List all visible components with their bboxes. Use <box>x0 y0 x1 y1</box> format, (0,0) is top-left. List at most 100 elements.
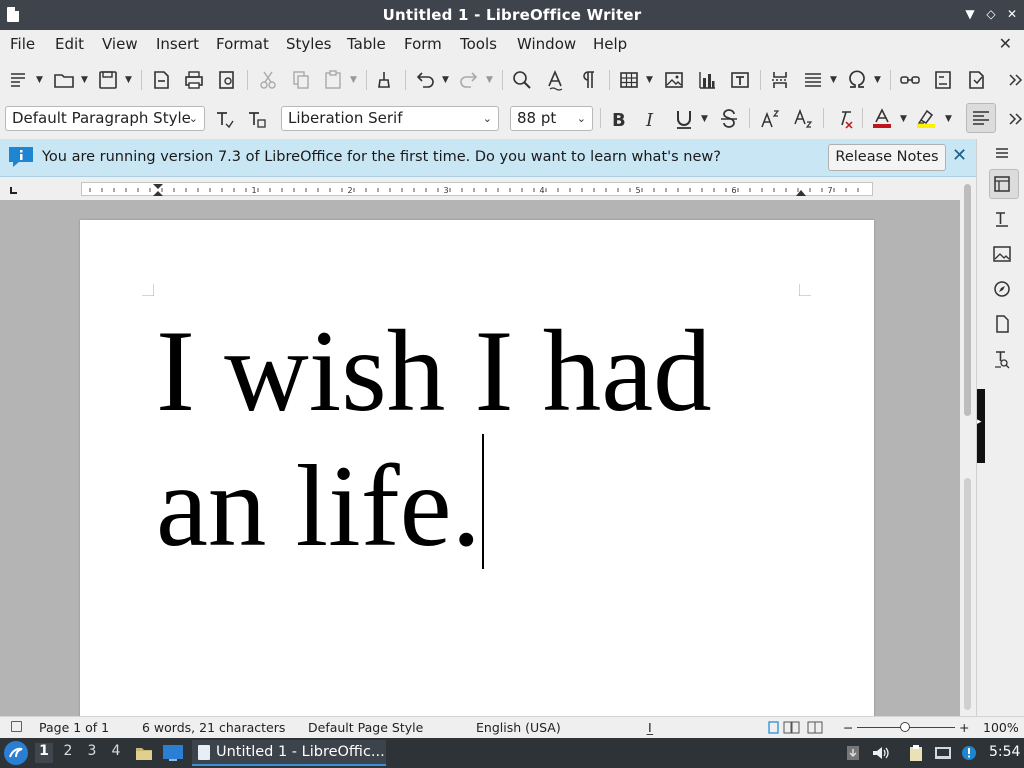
insert-chart-icon[interactable] <box>696 69 718 91</box>
menu-form[interactable]: Form <box>404 35 442 53</box>
track-changes-icon[interactable] <box>965 69 987 91</box>
copy-icon[interactable] <box>290 69 312 91</box>
menu-window[interactable]: Window <box>517 35 576 53</box>
zoom-slider-knob[interactable] <box>900 722 910 732</box>
font-color-dropdown-arrow[interactable]: ▼ <box>900 108 908 130</box>
minimize-button[interactable]: ▼ <box>962 6 978 22</box>
insert-text-box-icon[interactable] <box>729 69 751 91</box>
cut-icon[interactable] <box>257 69 279 91</box>
word-count[interactable]: 6 words, 21 characters <box>142 720 285 735</box>
insert-field-icon[interactable] <box>802 69 824 91</box>
font-name-box[interactable]: Liberation Serif ⌄ <box>281 106 499 131</box>
print-preview-icon[interactable] <box>216 69 238 91</box>
undo-dropdown-arrow[interactable]: ▼ <box>442 69 450 91</box>
document-body-text[interactable]: I wish I had an life. <box>156 304 816 574</box>
page-number[interactable]: Page 1 of 1 <box>39 720 109 735</box>
document-canvas[interactable]: I wish I had an life. <box>0 200 960 716</box>
superscript-icon[interactable] <box>759 108 781 130</box>
toolbar-overflow-icon[interactable] <box>1004 108 1023 130</box>
underline-dropdown-arrow[interactable]: ▼ <box>701 108 709 130</box>
horizontal-ruler[interactable]: 11234567 <box>10 182 873 196</box>
manage-changes-icon[interactable] <box>992 349 1012 369</box>
paste-dropdown-arrow[interactable]: ▼ <box>350 69 358 91</box>
volume-icon[interactable] <box>871 744 889 762</box>
bold-icon[interactable]: B <box>608 108 630 131</box>
insert-table-icon[interactable] <box>618 69 640 91</box>
navigator-icon[interactable] <box>992 279 1012 299</box>
taskbar-writer-window[interactable]: Untitled 1 - LibreOffic... <box>192 740 386 766</box>
zoom-in-button[interactable]: + <box>959 720 969 735</box>
workspace-4[interactable]: 4 <box>107 743 125 763</box>
menu-help[interactable]: Help <box>593 35 627 53</box>
underline-icon[interactable] <box>673 108 695 130</box>
clipboard-icon[interactable] <box>907 744 925 762</box>
special-character-icon[interactable] <box>846 69 868 91</box>
table-dropdown-arrow[interactable]: ▼ <box>646 69 654 91</box>
italic-icon[interactable]: I <box>641 108 663 131</box>
paste-icon[interactable] <box>322 69 344 91</box>
page-style[interactable]: Default Page Style <box>308 720 423 735</box>
highlight-dropdown-arrow[interactable]: ▼ <box>945 108 953 130</box>
insert-footnote-icon[interactable] <box>932 69 954 91</box>
clone-formatting-icon[interactable] <box>374 69 396 91</box>
sidebar-menu-icon[interactable] <box>992 143 1012 163</box>
insert-page-break-icon[interactable] <box>769 69 791 91</box>
font-size-box[interactable]: 88 pt ⌄ <box>510 106 593 131</box>
redo-dropdown-arrow[interactable]: ▼ <box>486 69 494 91</box>
new-style-icon[interactable] <box>245 108 267 130</box>
new-dropdown-arrow[interactable]: ▼ <box>36 69 44 91</box>
menu-file[interactable]: File <box>10 35 35 53</box>
insert-hyperlink-icon[interactable] <box>899 69 921 91</box>
formatting-marks-icon[interactable] <box>578 69 600 91</box>
font-color-icon[interactable] <box>871 108 893 130</box>
save-dropdown-arrow[interactable]: ▼ <box>125 69 133 91</box>
new-document-icon[interactable] <box>8 69 30 91</box>
menu-edit[interactable]: Edit <box>55 35 84 53</box>
workspace-2[interactable]: 2 <box>59 743 77 763</box>
highlight-color-icon[interactable] <box>915 108 937 130</box>
infobar-close-button[interactable]: ✕ <box>952 145 967 166</box>
field-dropdown-arrow[interactable]: ▼ <box>830 69 838 91</box>
tab-stop-type-icon[interactable] <box>10 187 17 194</box>
file-manager-icon[interactable] <box>134 743 154 763</box>
clock[interactable]: 5:54 <box>989 744 1020 760</box>
menu-insert[interactable]: Insert <box>156 35 199 53</box>
maximize-button[interactable]: ◇ <box>983 6 999 22</box>
workspace-1[interactable]: 1 <box>35 743 53 763</box>
close-window-button[interactable]: ✕ <box>1004 6 1020 22</box>
start-menu-icon[interactable] <box>4 741 28 765</box>
menu-view[interactable]: View <box>102 35 138 53</box>
paragraph-style-box[interactable]: Default Paragraph Style ⌄ <box>5 106 205 131</box>
close-document-button[interactable]: ✕ <box>999 34 1012 53</box>
export-pdf-icon[interactable] <box>150 69 172 91</box>
updates-icon[interactable] <box>844 744 862 762</box>
document-modified-icon[interactable] <box>11 721 22 732</box>
vertical-scrollbar[interactable] <box>960 178 976 716</box>
release-notes-button[interactable]: Release Notes <box>828 144 946 171</box>
print-icon[interactable] <box>183 69 205 91</box>
zoom-out-button[interactable]: − <box>843 720 853 735</box>
selection-mode[interactable]: I̲ <box>648 720 652 735</box>
clear-formatting-icon[interactable] <box>833 108 855 130</box>
open-folder-icon[interactable] <box>53 69 75 91</box>
language[interactable]: English (USA) <box>476 720 561 735</box>
spelling-icon[interactable] <box>545 69 567 91</box>
page-icon[interactable] <box>992 314 1012 334</box>
network-icon[interactable] <box>934 744 952 762</box>
notification-icon[interactable] <box>960 744 978 762</box>
open-dropdown-arrow[interactable]: ▼ <box>81 69 89 91</box>
find-replace-icon[interactable] <box>511 69 533 91</box>
subscript-icon[interactable] <box>792 108 814 130</box>
properties-icon[interactable] <box>992 174 1012 194</box>
toolbar-overflow-icon[interactable] <box>1004 69 1023 91</box>
scrollbar-thumb[interactable] <box>964 184 971 416</box>
strikethrough-icon[interactable] <box>718 108 740 130</box>
undo-icon[interactable] <box>414 69 436 91</box>
special-character-dropdown-arrow[interactable]: ▼ <box>874 69 882 91</box>
align-left-icon[interactable] <box>966 103 996 133</box>
document-page[interactable]: I wish I had an life. <box>80 220 874 716</box>
menu-table[interactable]: Table <box>347 35 386 53</box>
menu-tools[interactable]: Tools <box>460 35 497 53</box>
save-icon[interactable] <box>97 69 119 91</box>
insert-image-icon[interactable] <box>663 69 685 91</box>
